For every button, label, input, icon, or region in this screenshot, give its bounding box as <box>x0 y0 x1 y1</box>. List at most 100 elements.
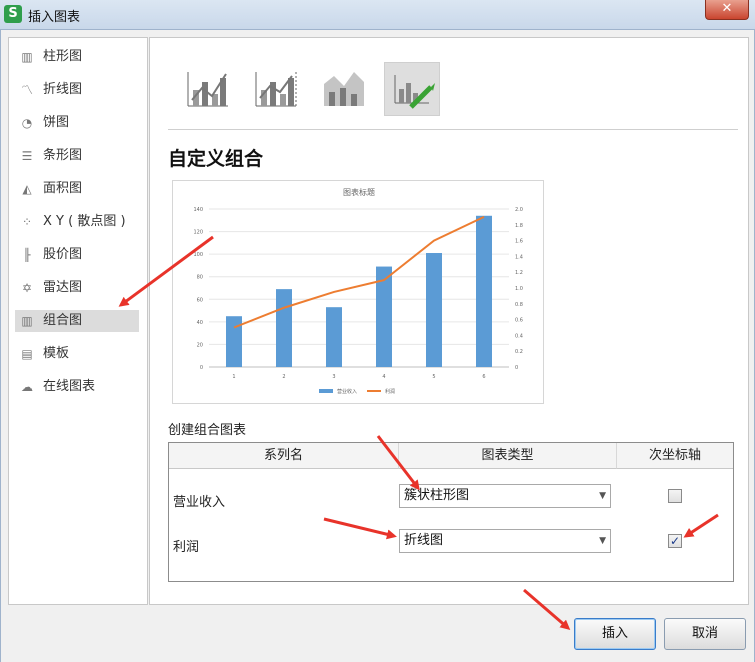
series-table: 系列名 图表类型 次坐标轴 营业收入 簇状柱形图 ▼ 利润 折线图 ▼ ✓ <box>168 442 734 582</box>
chevron-down-icon: ▼ <box>599 536 606 546</box>
bar-revenue-2 <box>276 289 292 367</box>
online-chart-icon: ☁ <box>21 380 33 394</box>
build-combo-label: 创建组合图表 <box>168 423 247 438</box>
app-logo-icon: S <box>4 5 22 23</box>
stock-chart-icon: ╟ <box>23 248 31 262</box>
combo-area-column-icon <box>324 72 364 106</box>
y2-tick-label: 1.8 <box>515 223 523 229</box>
combo-chart-preview-svg: 图表标题 0 20 40 60 80 100 120 140 0 0.2 0.4 0.6 0.8 1.0 1.… <box>193 187 523 395</box>
combo-secondary-line-icon <box>255 72 297 107</box>
column-chart-icon: ▥ <box>21 50 33 64</box>
x-tick-label: 1 <box>232 374 235 380</box>
sidebar-item-label: 面积图 <box>43 181 83 196</box>
combo-type-1-button[interactable] <box>180 62 236 116</box>
secondary-axis-checkbox-profit[interactable]: ✓ <box>668 534 682 548</box>
y-tick-label: 0 <box>200 365 203 371</box>
line-chart-icon: 〽 <box>20 83 33 97</box>
y2-tick-label: 0.6 <box>515 318 523 324</box>
chart-options-panel: 自定义组合 图表标题 0 20 40 60 80 100 120 140 0 0.2 0.4 0.6 0.… <box>149 37 749 605</box>
combo-type-3-button[interactable] <box>316 62 372 116</box>
series-name-profit: 利润 <box>173 540 200 555</box>
sidebar-item-label: 柱形图 <box>43 49 83 64</box>
y-tick-label: 140 <box>193 207 203 213</box>
section-divider <box>168 129 738 130</box>
y2-tick-label: 2.0 <box>515 207 523 213</box>
y2-tick-label: 1.2 <box>515 270 523 276</box>
x-tick-label: 6 <box>482 374 485 380</box>
combo-type-custom-button[interactable] <box>384 62 440 116</box>
sidebar-item-label: 股价图 <box>43 247 83 262</box>
sidebar-item-label: 折线图 <box>43 82 83 97</box>
bar-revenue-1 <box>226 316 242 367</box>
bar-revenue-3 <box>326 307 342 367</box>
title-bar: S 插入图表 ✕ <box>0 0 755 30</box>
sidebar-item-5[interactable]: ⁘ X Y ( 散点图 ) <box>15 211 139 233</box>
sidebar-item-10[interactable]: ☁ 在线图表 <box>15 376 139 398</box>
header-secondary-axis: 次坐标轴 <box>617 443 733 469</box>
chart-title: 图表标题 <box>343 187 375 197</box>
sidebar-item-label: 在线图表 <box>43 379 96 394</box>
x-tick-label: 4 <box>382 374 385 380</box>
combo-custom-icon <box>394 75 435 109</box>
x-tick-label: 5 <box>432 374 435 380</box>
sidebar-item-0[interactable]: ▥ 柱形图 <box>15 46 139 68</box>
sidebar-item-label: X Y ( 散点图 ) <box>43 214 126 229</box>
combo-type-2-button[interactable] <box>248 62 304 116</box>
sidebar-item-label: 模板 <box>43 346 70 361</box>
sidebar-item-label: 组合图 <box>43 313 83 328</box>
y-tick-label: 60 <box>197 297 203 303</box>
radar-chart-icon: ✡ <box>21 281 33 295</box>
bar-revenue-5 <box>426 253 442 367</box>
sidebar-item-3[interactable]: ☰ 条形图 <box>15 145 139 167</box>
chart-type-select-revenue[interactable]: 簇状柱形图 ▼ <box>399 484 611 508</box>
sidebar-item-9[interactable]: ▤ 模板 <box>15 343 139 365</box>
chart-preview: 图表标题 0 20 40 60 80 100 120 140 0 0.2 0.4 0.6 0.8 1.0 1.… <box>172 180 544 404</box>
sidebar-item-4[interactable]: ◭ 面积图 <box>15 178 139 200</box>
legend-swatch-revenue <box>319 389 333 393</box>
y2-tick-label: 0.4 <box>515 333 523 339</box>
select-value: 簇状柱形图 <box>404 488 470 503</box>
y-tick-label: 120 <box>193 230 203 236</box>
insert-chart-dialog: ▥ 柱形图〽折线图 ◔ 饼图 ☰ 条形图 ◭ 面积图 ⁘ X Y ( 散点图 ) ╟ 股价图 ✡ 雷达图 ▥… <box>0 30 755 662</box>
header-series-name: 系列名 <box>169 443 399 469</box>
cancel-button[interactable]: 取消 <box>664 618 746 650</box>
sidebar-item-label: 条形图 <box>43 148 83 163</box>
bar-chart-icon: ☰ <box>21 149 33 163</box>
area-chart-icon: ◭ <box>22 182 32 196</box>
line-profit <box>233 215 485 329</box>
chart-type-select-profit[interactable]: 折线图 ▼ <box>399 529 611 553</box>
insert-button[interactable]: 插入 <box>574 618 656 650</box>
sidebar-item-8[interactable]: ▥ 组合图 <box>15 310 139 332</box>
scatter-chart-icon: ⁘ <box>21 215 33 229</box>
x-tick-label: 3 <box>332 374 335 380</box>
sidebar-item-7[interactable]: ✡ 雷达图 <box>15 277 139 299</box>
window-title: 插入图表 <box>28 10 81 25</box>
y-tick-label: 80 <box>197 275 203 281</box>
bar-revenue-6 <box>476 215 492 367</box>
sidebar-item-1[interactable]: 〽折线图 <box>15 79 139 101</box>
chevron-down-icon: ▼ <box>599 491 606 501</box>
combo-clustered-line-icon <box>187 72 228 107</box>
chart-category-list: ▥ 柱形图〽折线图 ◔ 饼图 ☰ 条形图 ◭ 面积图 ⁘ X Y ( 散点图 ) ╟ 股价图 ✡ 雷达图 ▥… <box>8 37 148 605</box>
close-button[interactable]: ✕ <box>705 0 749 20</box>
y-tick-label: 40 <box>197 320 203 326</box>
series-name-revenue: 营业收入 <box>173 495 226 510</box>
sidebar-item-label: 饼图 <box>43 115 70 130</box>
y2-tick-label: 0 <box>515 365 518 371</box>
secondary-axis-checkbox-revenue[interactable] <box>668 489 682 503</box>
sidebar-item-label: 雷达图 <box>43 280 83 295</box>
y2-tick-label: 1.0 <box>515 286 523 292</box>
pie-chart-icon: ◔ <box>21 116 33 130</box>
sidebar-item-6[interactable]: ╟ 股价图 <box>15 244 139 266</box>
y2-tick-label: 1.4 <box>515 254 523 260</box>
legend-label-revenue: 营业收入 <box>337 388 357 395</box>
header-chart-type: 图表类型 <box>399 443 617 469</box>
y-tick-label: 100 <box>193 252 203 258</box>
x-tick-label: 2 <box>282 374 285 380</box>
y2-tick-label: 0.8 <box>515 302 523 308</box>
y2-tick-label: 1.6 <box>515 239 523 245</box>
combo-chart-icon: ▥ <box>21 314 33 328</box>
y-tick-label: 20 <box>197 342 203 348</box>
sidebar-item-2[interactable]: ◔ 饼图 <box>15 112 139 134</box>
template-icon: ▤ <box>21 347 33 361</box>
